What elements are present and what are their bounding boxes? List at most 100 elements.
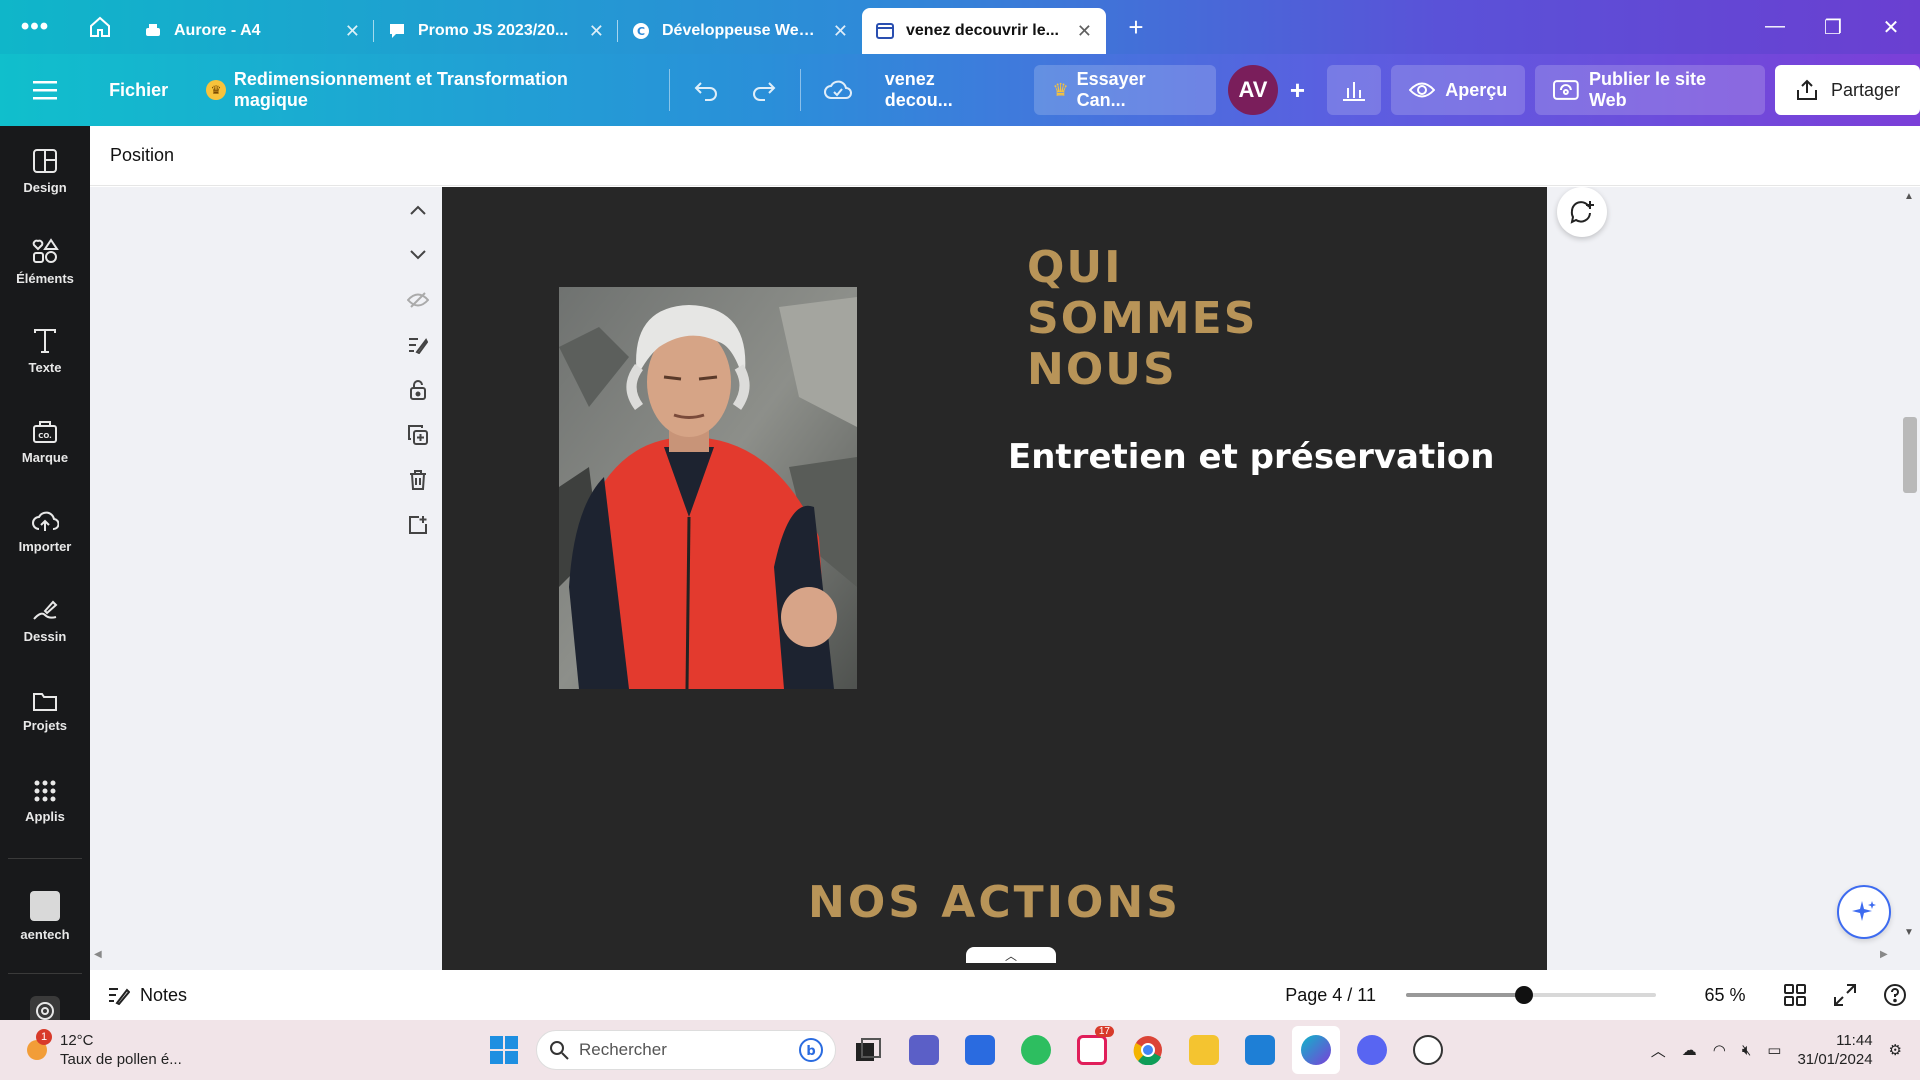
vertical-scrollbar[interactable]: ▲ ▼ (1900, 187, 1920, 970)
close-icon[interactable]: ✕ (589, 21, 604, 42)
svg-text:C: C (637, 25, 645, 38)
close-icon[interactable]: ✕ (833, 21, 848, 42)
close-icon[interactable]: ✕ (1077, 21, 1092, 42)
sidebar-item-text[interactable]: Texte (0, 306, 90, 396)
weather-sun-icon: 1 (22, 1028, 52, 1068)
home-icon[interactable] (70, 15, 130, 39)
restore-icon[interactable]: ❐ (1804, 15, 1862, 40)
grid-view-icon[interactable] (1770, 984, 1820, 1006)
design-page[interactable]: QUI SOMMES NOUS Entretien et préservatio… (442, 187, 1547, 970)
tab-developpeuse[interactable]: C Développeuse Web... ✕ (618, 8, 862, 54)
wifi-icon[interactable]: ◠ (1713, 1041, 1726, 1059)
sidebar-item-projects[interactable]: Projets (0, 666, 90, 756)
zoom-slider-handle[interactable] (1514, 986, 1533, 1004)
battery-icon[interactable]: ▭ (1767, 1041, 1781, 1059)
scroll-left-icon[interactable]: ◀ (94, 949, 102, 960)
chevron-up-icon[interactable]: ︿ (1651, 1040, 1666, 1061)
scrollbar-thumb[interactable] (1903, 417, 1917, 493)
who-we-are-heading[interactable]: QUI SOMMES NOUS (1027, 242, 1387, 395)
try-canva-pro-button[interactable]: ♛ Essayer Can... (1034, 65, 1217, 115)
add-comment-button[interactable] (1557, 187, 1607, 237)
hamburger-menu-icon[interactable] (0, 80, 89, 100)
file-explorer-icon[interactable] (1180, 1026, 1228, 1074)
sidebar-item-apps[interactable]: Applis (0, 756, 90, 846)
magic-resize-button[interactable]: ♛ Redimensionnement et Transformation ma… (188, 69, 660, 111)
browser-tab-bar: ••• Aurore - A4 ✕ Promo JS 2023/20... ✕ … (0, 0, 1920, 54)
redo-icon[interactable] (735, 79, 792, 101)
help-icon[interactable] (1870, 983, 1920, 1007)
cloud-saved-icon[interactable] (809, 79, 866, 101)
scroll-up-icon[interactable]: ▲ (1904, 191, 1914, 202)
sidebar-item-label: Importer (18, 538, 72, 554)
chevron-down-icon[interactable] (400, 232, 436, 277)
subheading-text[interactable]: Entretien et préservation (1008, 437, 1494, 477)
undo-icon[interactable] (678, 79, 735, 101)
onedrive-icon[interactable]: ☁ (1682, 1041, 1697, 1059)
sidebar-item-upload[interactable]: Importer (0, 486, 90, 576)
windows-start-icon[interactable] (480, 1026, 528, 1074)
sidebar-item-draw[interactable]: Dessin (0, 576, 90, 666)
weather-widget[interactable]: 1 12°C Taux de pollen é... (0, 1028, 440, 1069)
discord-icon[interactable] (1348, 1026, 1396, 1074)
file-menu[interactable]: Fichier (89, 80, 188, 101)
crown-icon: ♛ (206, 80, 226, 100)
task-view-icon[interactable] (844, 1026, 892, 1074)
magic-assistant-button[interactable] (1837, 885, 1891, 939)
our-actions-heading[interactable]: NOS ACTIONS (442, 877, 1547, 928)
horizontal-scrollbar[interactable]: ◀ ▶ ︿ (90, 947, 1900, 965)
sidebar-item-design[interactable]: Design (0, 126, 90, 216)
zoom-slider[interactable] (1406, 986, 1656, 1004)
notifications-icon[interactable]: ⚙ (1889, 1041, 1902, 1059)
add-page-icon[interactable] (400, 502, 436, 547)
duplicate-page-icon[interactable] (400, 412, 436, 457)
expand-pages-icon[interactable]: ︿ (966, 947, 1056, 963)
chevron-up-icon[interactable] (400, 187, 436, 232)
taskbar-search[interactable]: Rechercher b (536, 1030, 836, 1070)
divider (8, 858, 82, 859)
sidebar-item-aentech[interactable]: aentech (0, 871, 90, 961)
svg-text:b: b (806, 1044, 815, 1059)
tab-label: Aurore - A4 (174, 22, 261, 39)
portrait-photo[interactable] (559, 287, 857, 689)
github-desktop-icon[interactable] (1404, 1026, 1452, 1074)
evernote-icon[interactable] (1012, 1026, 1060, 1074)
tab-aurore[interactable]: Aurore - A4 ✕ (130, 8, 374, 54)
insights-button[interactable] (1327, 65, 1382, 115)
close-icon[interactable]: ✕ (345, 21, 360, 42)
notes-button[interactable]: Notes (90, 985, 187, 1006)
edit-notes-icon[interactable] (400, 322, 436, 367)
vscode-icon[interactable] (1236, 1026, 1284, 1074)
position-button[interactable]: Position (110, 145, 174, 166)
close-window-icon[interactable]: ✕ (1862, 15, 1920, 40)
clock[interactable]: 11:44 31/01/2024 (1797, 1031, 1872, 1069)
chrome-icon[interactable] (1124, 1026, 1172, 1074)
lock-icon[interactable] (400, 367, 436, 412)
document-title[interactable]: venez decou... (867, 69, 1025, 111)
publish-website-button[interactable]: Publier le site Web (1535, 65, 1765, 115)
sidebar-item-brand[interactable]: CO. Marque (0, 396, 90, 486)
scroll-right-icon[interactable]: ▶ (1880, 949, 1888, 960)
avatar[interactable]: AV (1228, 65, 1278, 115)
tab-promo[interactable]: Promo JS 2023/20... ✕ (374, 8, 618, 54)
store-icon[interactable] (956, 1026, 1004, 1074)
add-collaborator-icon[interactable]: + (1278, 75, 1318, 106)
fullscreen-icon[interactable] (1820, 984, 1870, 1006)
tab-venez-decouvrir[interactable]: venez decouvrir le... ✕ (862, 8, 1106, 54)
preview-button[interactable]: Aperçu (1391, 65, 1526, 115)
canva-app-icon[interactable] (1292, 1026, 1340, 1074)
editor-footer: Notes Page 4 / 11 65 % (90, 970, 1920, 1020)
page-indicator[interactable]: Page 4 / 11 (1285, 985, 1406, 1006)
more-options-icon[interactable]: ••• (0, 13, 70, 41)
share-button[interactable]: Partager (1774, 65, 1920, 115)
zoom-level[interactable]: 65 % (1680, 985, 1770, 1006)
delete-page-icon[interactable] (400, 457, 436, 502)
minimize-icon[interactable]: — (1746, 15, 1804, 40)
teams-meet-icon[interactable] (900, 1026, 948, 1074)
sidebar-item-elements[interactable]: Éléments (0, 216, 90, 306)
slack-icon[interactable]: 17 (1068, 1026, 1116, 1074)
scroll-down-icon[interactable]: ▼ (1904, 927, 1914, 938)
new-tab-icon[interactable]: + (1106, 12, 1166, 43)
hide-icon[interactable] (400, 277, 436, 322)
divider (8, 973, 82, 974)
volume-muted-icon[interactable]: 🔇︎ (1742, 1042, 1751, 1059)
